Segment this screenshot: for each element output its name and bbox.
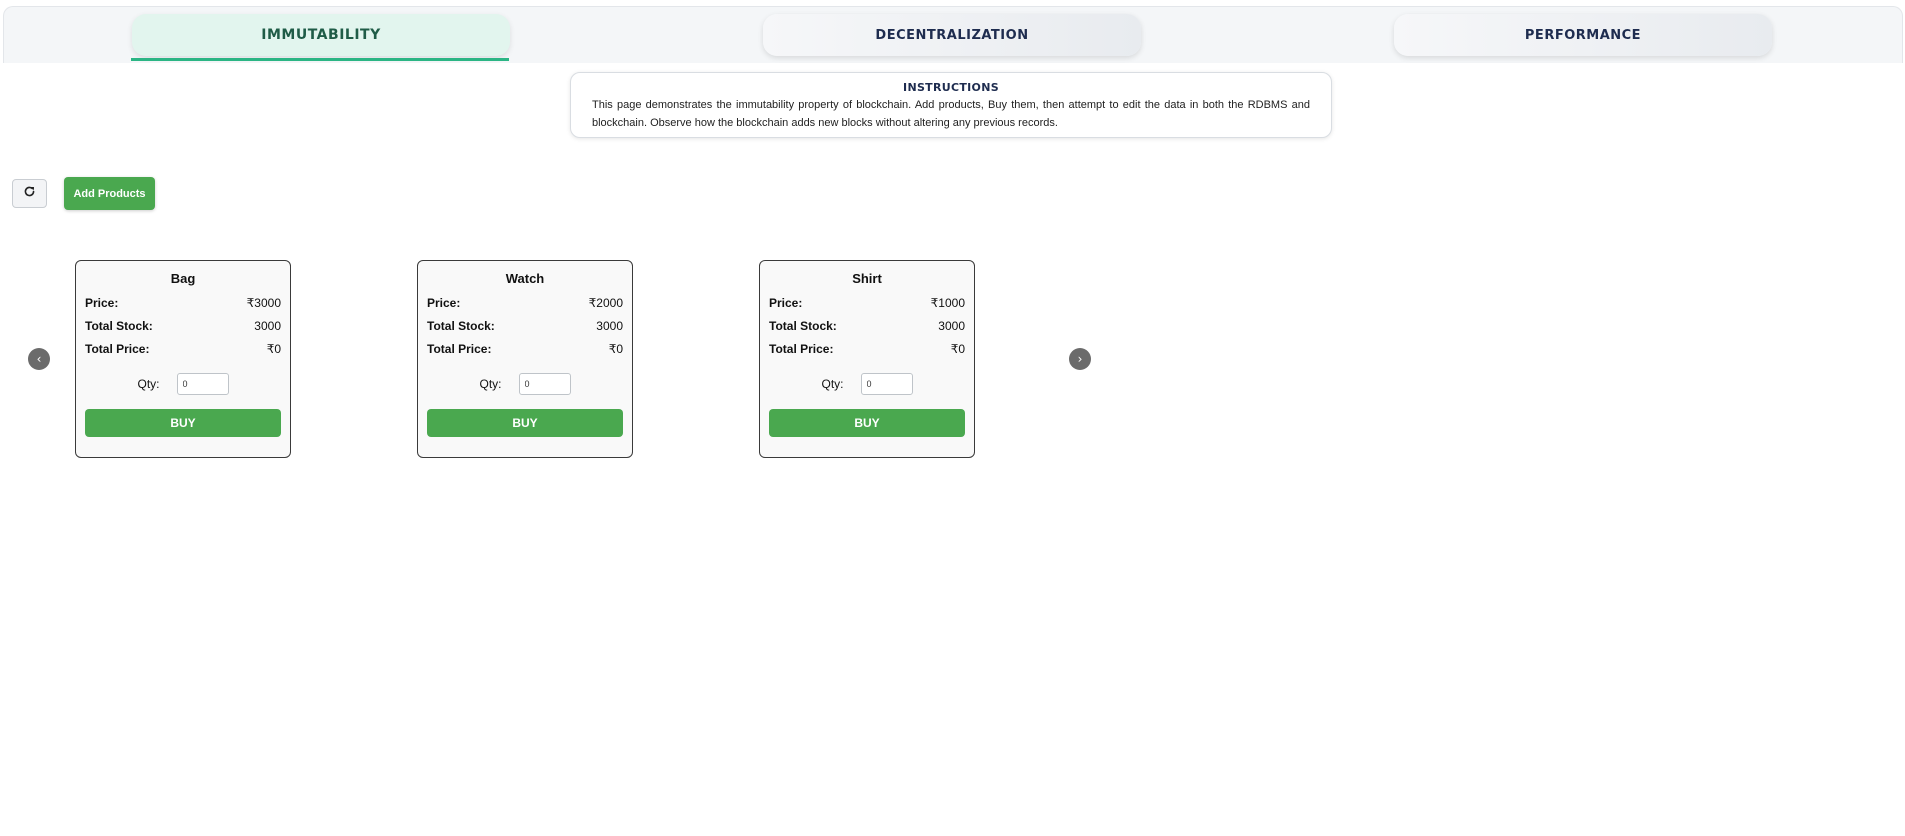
tab-performance[interactable]: PERFORMANCE [1394, 14, 1772, 56]
tab-bar: IMMUTABILITY DECENTRALIZATION PERFORMANC… [3, 6, 1903, 63]
qty-row: Qty: [769, 371, 965, 397]
total-price-row: Total Price: ₹0 [85, 338, 281, 361]
qty-label: Qty: [821, 377, 844, 391]
total-price-value: ₹0 [608, 342, 623, 356]
total-stock-value: 3000 [596, 319, 623, 333]
total-price-row: Total Price: ₹0 [769, 338, 965, 361]
qty-input[interactable] [518, 373, 571, 395]
instructions-title: INSTRUCTIONS [903, 81, 999, 94]
buy-button[interactable]: BUY [427, 409, 623, 437]
product-name: Bag [170, 271, 196, 286]
qty-label: Qty: [137, 377, 160, 391]
product-card: Watch Price: ₹2000 Total Stock: 3000 Tot… [417, 260, 633, 458]
instructions-text: This page demonstrates the immutability … [592, 99, 1310, 129]
price-row: Price: ₹3000 [85, 292, 281, 315]
total-price-value: ₹0 [266, 342, 281, 356]
qty-label: Qty: [479, 377, 502, 391]
qty-row: Qty: [427, 371, 623, 397]
tab-immutability[interactable]: IMMUTABILITY [132, 14, 510, 56]
price-value: ₹3000 [246, 296, 281, 310]
tab-decentralization[interactable]: DECENTRALIZATION [763, 14, 1141, 56]
total-price-value: ₹0 [950, 342, 965, 356]
total-stock-value: 3000 [938, 319, 965, 333]
price-label: Price: [769, 296, 803, 310]
total-stock-label: Total Stock: [85, 319, 153, 333]
product-name: Watch [505, 271, 545, 286]
total-stock-label: Total Stock: [769, 319, 837, 333]
total-price-label: Total Price: [85, 342, 150, 356]
total-stock-label: Total Stock: [427, 319, 495, 333]
instructions-panel: INSTRUCTIONS This page demonstrates the … [570, 72, 1332, 138]
total-price-row: Total Price: ₹0 [427, 338, 623, 361]
total-price-label: Total Price: [769, 342, 834, 356]
buy-button[interactable]: BUY [85, 409, 281, 437]
refresh-icon [23, 185, 36, 203]
refresh-button[interactable] [12, 179, 47, 208]
total-stock-value: 3000 [254, 319, 281, 333]
price-row: Price: ₹2000 [427, 292, 623, 315]
total-price-label: Total Price: [427, 342, 492, 356]
price-value: ₹2000 [588, 296, 623, 310]
carousel-prev-button[interactable]: ‹ [28, 348, 50, 370]
carousel-next-button[interactable]: › [1069, 348, 1091, 370]
product-name: Shirt [852, 271, 882, 286]
price-value: ₹1000 [930, 296, 965, 310]
qty-input[interactable] [176, 373, 229, 395]
add-products-button[interactable]: Add Products [64, 177, 155, 210]
price-label: Price: [427, 296, 461, 310]
qty-row: Qty: [85, 371, 281, 397]
page: IMMUTABILITY DECENTRALIZATION PERFORMANC… [0, 0, 1905, 836]
price-row: Price: ₹1000 [769, 292, 965, 315]
buy-button[interactable]: BUY [769, 409, 965, 437]
chevron-left-icon: ‹ [36, 352, 42, 366]
total-stock-row: Total Stock: 3000 [85, 315, 281, 338]
total-stock-row: Total Stock: 3000 [427, 315, 623, 338]
chevron-right-icon: › [1077, 352, 1083, 366]
total-stock-row: Total Stock: 3000 [769, 315, 965, 338]
qty-input[interactable] [860, 373, 913, 395]
product-card: Shirt Price: ₹1000 Total Stock: 3000 Tot… [759, 260, 975, 458]
price-label: Price: [85, 296, 119, 310]
active-tab-indicator [131, 58, 509, 61]
product-card: Bag Price: ₹3000 Total Stock: 3000 Total… [75, 260, 291, 458]
